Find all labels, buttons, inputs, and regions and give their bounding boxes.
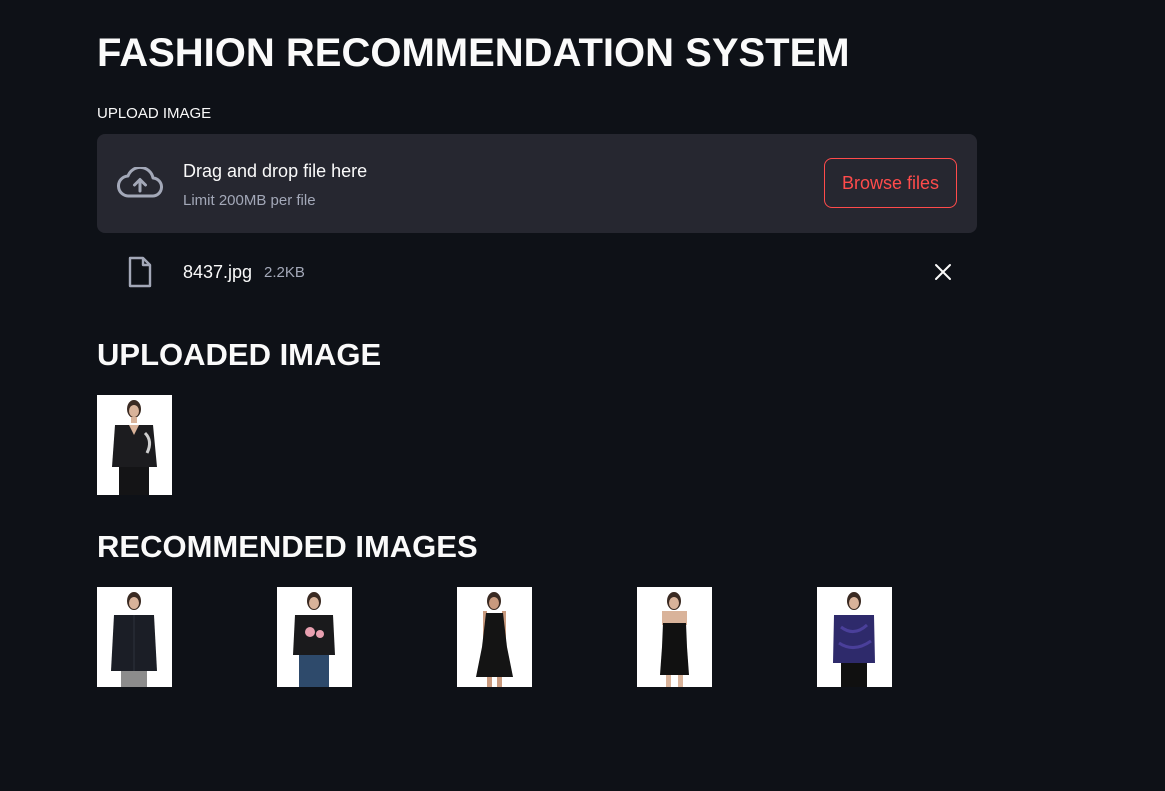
browse-files-button[interactable]: Browse files <box>824 158 957 208</box>
recommended-image <box>277 587 352 687</box>
file-dropzone[interactable]: Drag and drop file here Limit 200MB per … <box>97 134 977 233</box>
recommended-image <box>97 587 172 687</box>
dropzone-limit: Limit 200MB per file <box>183 192 316 209</box>
recommended-image <box>637 587 712 687</box>
close-icon[interactable] <box>934 263 952 281</box>
recommended-image-figure <box>457 587 532 687</box>
uploaded-image-figure <box>97 395 172 495</box>
file-name: 8437.jpg <box>183 262 253 282</box>
recommended-image <box>817 587 892 687</box>
recommended-image-figure <box>97 587 172 687</box>
cloud-upload-icon <box>117 167 163 198</box>
file-icon <box>128 256 152 288</box>
recommended-image <box>457 587 532 687</box>
app-page: FASHION RECOMMENDATION SYSTEM UPLOAD IMA… <box>0 0 1165 791</box>
recommended-image-figure <box>637 587 712 687</box>
upload-label: UPLOAD IMAGE <box>97 105 212 122</box>
uploaded-file-row: 8437.jpg 2.2KB <box>97 252 977 292</box>
uploaded-image <box>97 395 172 495</box>
uploaded-image-heading: UPLOADED IMAGE <box>97 337 382 372</box>
dropzone-instructions: Drag and drop file here <box>183 161 368 181</box>
recommended-image-figure <box>817 587 892 687</box>
file-size: 2.2KB <box>264 264 305 281</box>
recommended-image-figure <box>277 587 352 687</box>
recommended-images-heading: RECOMMENDED IMAGES <box>97 529 478 564</box>
page-title: FASHION RECOMMENDATION SYSTEM <box>97 31 850 75</box>
